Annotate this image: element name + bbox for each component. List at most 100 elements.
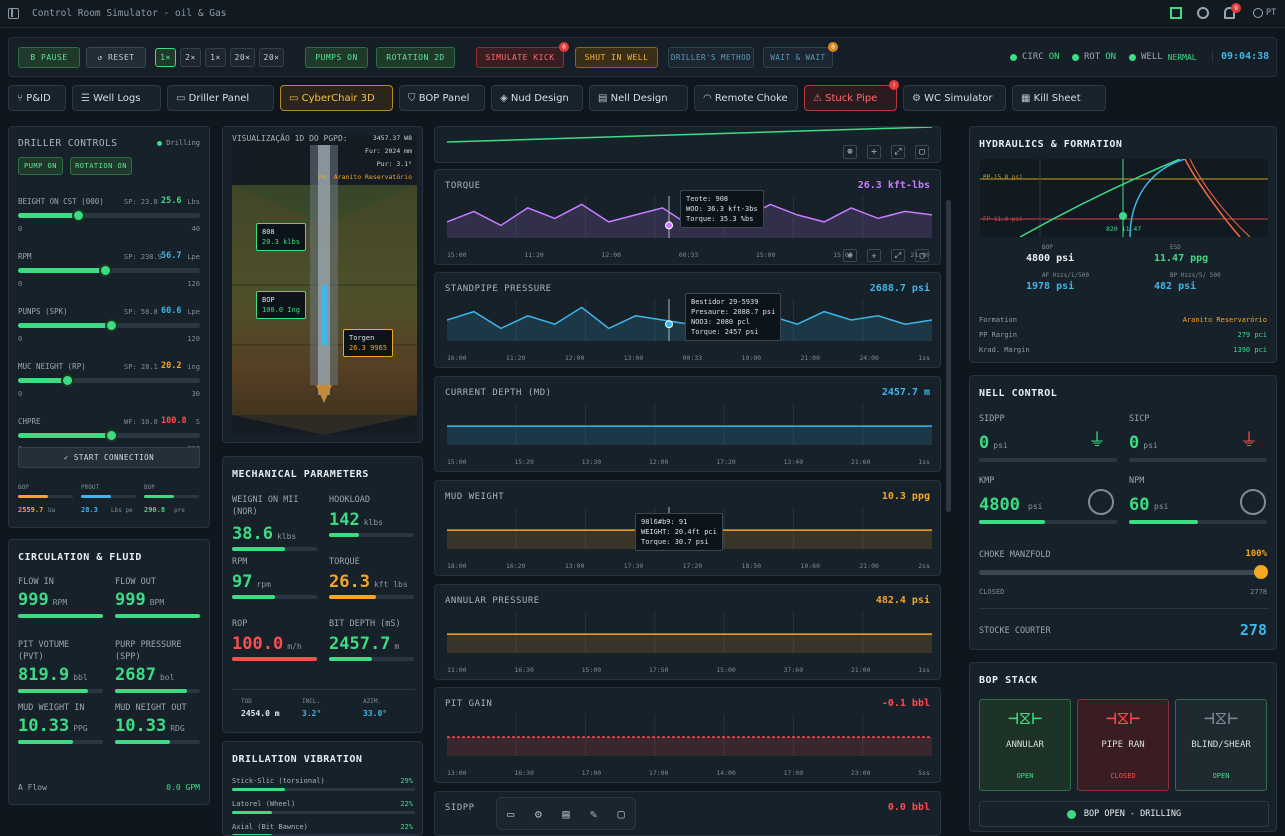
speed-2x-button[interactable]: 2×: [180, 48, 201, 67]
start-connection-button[interactable]: ✓ START CONNECTION: [18, 447, 200, 468]
tab-driller-panel[interactable]: ▭ Driller Panel: [167, 85, 274, 111]
slider-knob[interactable]: [61, 374, 75, 387]
speed-1x-button[interactable]: 1×: [155, 48, 176, 67]
wait-weight-button[interactable]: WAIT & WAIT: [763, 47, 833, 68]
mech-label: RPM: [232, 557, 248, 567]
tab-stuck-pipe[interactable]: ⚠ Stuck Pipe: [804, 85, 897, 111]
drillers-method-button[interactable]: DRILLER'S METHOD: [668, 47, 754, 68]
bop-pipe-ran[interactable]: ⊣⧖⊢ PIPE RAN CLOSED: [1077, 699, 1169, 791]
chart-plot[interactable]: [447, 403, 932, 445]
tick-label: 15:00: [755, 251, 776, 259]
chart-title: CURRENT DEPTH (MD): [445, 388, 552, 398]
npm-label: NPM: [1129, 476, 1145, 486]
speed-10x-button[interactable]: 20×: [230, 48, 255, 67]
logs-icon: ☰: [81, 92, 90, 104]
tick-label: 16:20: [505, 562, 526, 570]
choke-knob[interactable]: [1254, 565, 1268, 579]
circ-number: 10.33: [115, 716, 167, 736]
slider-setpoint: SP: 23.8: [124, 198, 158, 206]
mini-unit: Ua: [48, 507, 56, 514]
hyd-row-value: 1390 pci: [1233, 346, 1267, 354]
speed-20x-button[interactable]: 20×: [259, 48, 284, 67]
choke-slider[interactable]: [979, 570, 1263, 575]
fullscreen-chart-icon[interactable]: ▢: [915, 145, 929, 159]
mech-value: 38.6 klbs: [232, 524, 296, 544]
mech-bar: [232, 595, 317, 599]
tick-label: 1ss: [918, 666, 930, 674]
expand-icon[interactable]: ⤢: [891, 249, 905, 262]
chart-panel: MUD WEIGHT 10.3 ppg 18:00 16:20 13:00 17:30 17…: [434, 480, 941, 576]
bop-annular[interactable]: ⊣⧖⊢ ANNULAR OPEN: [979, 699, 1071, 791]
chart-plot[interactable]: [447, 611, 932, 653]
rotation-button[interactable]: ROTATION 2D: [376, 47, 455, 68]
tab-well-design[interactable]: ▤ Nell Design: [589, 85, 688, 111]
slider-knob[interactable]: [104, 429, 118, 442]
valve-green-icon: ⏚: [1088, 430, 1106, 451]
slider-knob[interactable]: [72, 209, 86, 222]
tab-pid[interactable]: ⑂ P&ID: [8, 85, 66, 111]
mech-label: TORQUE: [329, 557, 360, 567]
tab-well-logs[interactable]: ☰ Well Logs: [72, 85, 161, 111]
tab-kill-sheet[interactable]: ▦ Kill Sheet: [1012, 85, 1106, 111]
settings-icon[interactable]: ⚙: [535, 807, 542, 821]
file-icon[interactable]: ▤: [562, 807, 569, 821]
sidpp-label: SIDPP: [979, 414, 1005, 424]
zoom-in-icon[interactable]: ⊕: [843, 145, 857, 159]
slider-knob[interactable]: [99, 264, 113, 277]
pumps-on-button[interactable]: PUMPS ON: [305, 47, 368, 68]
kick-badge: 0: [559, 42, 569, 52]
mech-value: 26.3 kft lbs: [329, 572, 408, 592]
chart-ticks: 15:00 11:20 12:00 00:33 15:00 15:00 21:00: [447, 251, 930, 259]
tab-bop-panel[interactable]: ⛉ BOP Panel: [399, 85, 485, 111]
tab-mud-design[interactable]: ◈ Nud Design: [491, 85, 583, 111]
chart-title: SIDPP: [445, 803, 475, 813]
expand-icon[interactable]: ⤢: [891, 145, 905, 159]
chart-scrollbar[interactable]: [946, 200, 951, 512]
fullscreen-icon[interactable]: [1170, 7, 1182, 19]
mech-foot-value: 2454.0 m: [241, 709, 280, 718]
chart-ticks: 15:00 15:20 13:30 12:00 17:20 13:40 21:60 1ss: [447, 458, 930, 466]
mini-bar: [81, 495, 136, 498]
chat-icon[interactable]: ▢: [618, 807, 625, 821]
mech-unit: klbs: [363, 518, 383, 527]
chart-title: TORQUE: [445, 181, 481, 191]
fullscreen-chart-icon[interactable]: ▢: [915, 249, 929, 262]
slider-track[interactable]: [18, 264, 200, 277]
shut-in-well-button[interactable]: SHUT IN WELL: [575, 47, 658, 68]
tick-label: 14:00: [716, 769, 736, 777]
simulate-kick-button[interactable]: SIMULATE KICK: [476, 47, 564, 68]
hyd-row-value: 279 pci: [1237, 331, 1267, 339]
hydraulics-title: HYDRAULICS & FORMATION: [979, 139, 1123, 150]
edit-icon[interactable]: ✎: [590, 807, 597, 821]
pause-button[interactable]: B PAUSE: [18, 47, 80, 68]
slider-knob[interactable]: [104, 319, 118, 332]
reset-button[interactable]: ↺ RESET: [86, 47, 146, 68]
tab-cyberchair-3d[interactable]: ▭ CyberChair 3D: [280, 85, 393, 111]
folder-icon[interactable]: ▭: [507, 807, 514, 821]
mini-value: 28.3: [81, 506, 98, 514]
pan-icon[interactable]: ✛: [867, 145, 881, 159]
tick-label: 1ss: [918, 354, 930, 362]
speed-5x-button[interactable]: 1×: [205, 48, 226, 67]
tab-wc-simulator[interactable]: ⚙ WC Simulator: [903, 85, 1006, 111]
slider-track[interactable]: [18, 429, 200, 442]
gear-icon[interactable]: [1197, 7, 1209, 19]
viz-callout-wob: 808 20.3 klbs: [256, 223, 306, 251]
tab-remote-choke[interactable]: ◠ Remote Choke: [694, 85, 798, 111]
sidebar-toggle-icon[interactable]: [8, 8, 19, 19]
chart-plot[interactable]: [447, 714, 932, 756]
bop-state: OPEN: [1212, 772, 1230, 780]
rotation-on-button[interactable]: ROTATION ON: [70, 157, 132, 175]
sidpp-value: 0 psi: [979, 433, 1008, 453]
zoom-in-icon[interactable]: ⊕: [843, 249, 857, 262]
slider-track[interactable]: [18, 209, 200, 222]
globe-icon[interactable]: [1253, 8, 1263, 18]
viz-info-3: Pe: Aranito Reservatório: [318, 173, 412, 181]
slider-track[interactable]: [18, 319, 200, 332]
pump-on-button[interactable]: PUMP ON: [18, 157, 63, 175]
bop-blind-shear[interactable]: ⊣⧖⊢ BLIND/SHEAR OPEN: [1175, 699, 1267, 791]
slider-track[interactable]: [18, 374, 200, 387]
language-label[interactable]: PT: [1266, 8, 1276, 18]
pan-icon[interactable]: ✛: [867, 249, 881, 262]
chart-tooltip: Teote: 908 WOO: 36.3 kft-3bs Torque: 35.…: [680, 190, 764, 228]
